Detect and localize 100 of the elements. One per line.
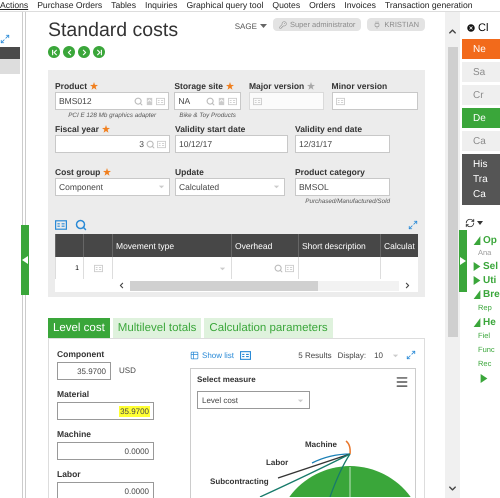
collapse-handle[interactable]: [21, 225, 29, 295]
left-arrow-icon[interactable]: [22, 256, 28, 264]
input-field[interactable]: 0.0000: [57, 482, 154, 498]
input-field[interactable]: BMSOL: [295, 178, 390, 196]
table-cell[interactable]: [231, 257, 298, 280]
card-icon[interactable]: [157, 140, 166, 149]
column-header: Calculat: [380, 234, 418, 258]
table-cell[interactable]: [298, 257, 380, 280]
close-icon[interactable]: [466, 23, 476, 33]
field-label: Component: [57, 348, 106, 360]
collapsed-arrow-icon[interactable]: [473, 276, 481, 284]
card-icon[interactable]: [285, 264, 294, 273]
menu-item[interactable]: Actions: [0, 0, 28, 11]
input-field[interactable]: 3: [55, 135, 170, 154]
field-label: Labor: [57, 468, 82, 480]
plug-icon: [373, 20, 382, 28]
menu-item[interactable]: Invoices: [344, 0, 376, 11]
card-icon[interactable]: [228, 96, 237, 106]
column-header: Movement type: [112, 234, 231, 258]
search-icon[interactable]: [274, 264, 283, 273]
dropdown[interactable]: Component: [55, 178, 170, 196]
panel-link[interactable]: His: [473, 157, 500, 172]
collapsed-arrow-icon[interactable]: [480, 374, 488, 382]
card-icon[interactable]: [156, 96, 166, 106]
expanded-arrow-icon[interactable]: [473, 236, 481, 244]
field-label: Product: [55, 80, 170, 92]
select-icon[interactable]: [145, 96, 154, 106]
search-icon[interactable]: [75, 218, 87, 231]
input-field[interactable]: 0.0000: [57, 442, 154, 460]
search-icon[interactable]: [134, 96, 144, 106]
menu-item[interactable]: Purchase Orders: [37, 0, 102, 11]
dropdown[interactable]: Level cost: [197, 391, 310, 409]
slice-label: Labor: [266, 458, 288, 467]
display-value[interactable]: 10: [374, 350, 383, 360]
scroll-left-icon[interactable]: [117, 281, 126, 290]
expand-icon[interactable]: [0, 34, 10, 44]
panel-link[interactable]: Tra: [473, 172, 500, 187]
scroll-right-icon[interactable]: [403, 281, 412, 290]
table-cell[interactable]: [380, 257, 418, 280]
menu-item[interactable]: Quotes: [272, 0, 300, 11]
column-header: Short description: [298, 234, 380, 258]
field-label: Product category: [295, 166, 366, 178]
input-field[interactable]: NA: [174, 92, 241, 110]
field-label: Major version: [248, 80, 324, 92]
page-title: Standard costs: [48, 18, 178, 42]
card-icon[interactable]: [94, 264, 102, 273]
menu-item[interactable]: Graphical query tool: [186, 0, 264, 11]
search-icon[interactable]: [146, 140, 155, 149]
right-arrow-icon[interactable]: [460, 257, 466, 265]
field-label: Validity end date: [295, 123, 364, 136]
expand-icon[interactable]: [406, 350, 416, 360]
show-list-link[interactable]: Show list: [190, 350, 234, 360]
select-icon[interactable]: [216, 96, 226, 106]
caret-icon[interactable]: [260, 24, 267, 29]
expand-icon[interactable]: [408, 220, 418, 230]
input-field[interactable]: 35.9700: [57, 362, 111, 380]
menu-item[interactable]: Transaction generation: [384, 0, 473, 11]
input-field[interactable]: BMS012: [55, 92, 170, 110]
card-icon[interactable]: [240, 350, 252, 360]
menu-item[interactable]: Orders: [309, 0, 336, 11]
field-label: Fiscal year: [55, 123, 170, 136]
panel-row: [0, 59, 20, 74]
input-field[interactable]: 35.9700: [57, 402, 154, 420]
expanded-arrow-icon[interactable]: [473, 290, 481, 298]
field-label: Minor version: [332, 80, 388, 92]
results-count: 5 Results: [298, 350, 332, 360]
field-label: Validity start date: [175, 123, 246, 136]
dropdown[interactable]: Calculated: [175, 178, 285, 196]
field-label: Machine: [57, 428, 92, 440]
key-icon: [278, 20, 287, 28]
menu-item[interactable]: Inquiries: [145, 0, 178, 11]
panel-link[interactable]: Ca: [473, 187, 500, 202]
input-field[interactable]: 12/31/17: [295, 135, 390, 154]
menu-icon[interactable]: [395, 375, 409, 389]
scrollbar[interactable]: [445, 12, 460, 498]
expand-handle[interactable]: [459, 230, 467, 292]
slice-label: Machine: [305, 440, 338, 449]
field-label: Material: [57, 388, 90, 400]
table-header: [83, 234, 112, 258]
slice-label: Subcontracting: [210, 477, 269, 486]
refresh-icon[interactable]: [465, 218, 475, 228]
field-label: Update: [175, 166, 205, 178]
table-icon[interactable]: [190, 350, 199, 360]
field-label: Select measure: [197, 375, 256, 386]
table-cell[interactable]: [112, 257, 231, 280]
folder-selector[interactable]: SAGE: [234, 22, 267, 31]
card-icon[interactable]: [336, 96, 344, 106]
display-label: Display:: [338, 350, 366, 360]
field-label: Storage site: [174, 80, 241, 92]
currency-label: USD: [119, 366, 136, 374]
expanded-arrow-icon[interactable]: [473, 318, 481, 326]
search-icon[interactable]: [206, 96, 215, 106]
collapsed-arrow-icon[interactable]: [473, 262, 481, 270]
caret-icon[interactable]: [477, 221, 483, 225]
input-field[interactable]: [332, 92, 418, 110]
field-label: Cost group: [55, 166, 170, 178]
input-field[interactable]: 10/12/17: [175, 135, 288, 154]
menu-item[interactable]: Tables: [111, 0, 136, 11]
card-icon[interactable]: [55, 218, 67, 231]
close-button[interactable]: Cl: [462, 20, 500, 36]
